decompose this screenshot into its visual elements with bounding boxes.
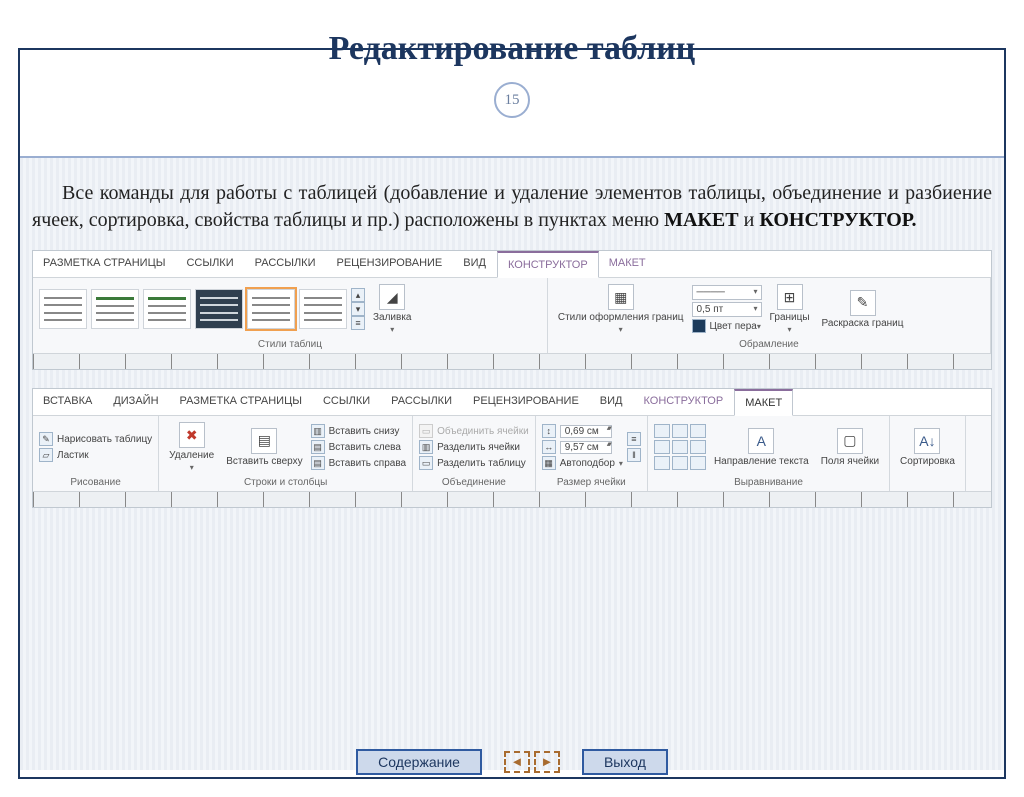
- tab-references-2[interactable]: ССЫЛКИ: [313, 389, 381, 415]
- split-table-button[interactable]: ▭Разделить таблицу: [419, 456, 529, 470]
- delete-x-icon: ✖: [179, 422, 205, 448]
- sort-az-icon: A↓: [914, 428, 940, 454]
- tab-constructor-2[interactable]: КОНСТРУКТОР: [634, 389, 735, 415]
- group-rows-cols: Строки и столбцы: [165, 476, 406, 489]
- split-table-icon: ▭: [419, 456, 433, 470]
- group-table-styles: Стили таблиц: [39, 338, 541, 351]
- fill-button[interactable]: ◢ Заливка: [369, 282, 416, 336]
- tab-references[interactable]: ССЫЛКИ: [176, 251, 244, 277]
- insert-left-button[interactable]: ▤Вставить слева: [311, 440, 406, 454]
- insert-below-button[interactable]: ▥Вставить снизу: [311, 424, 406, 438]
- table-style-3[interactable]: [143, 289, 191, 329]
- merge-cells-button[interactable]: ▭Объединить ячейки: [419, 424, 529, 438]
- tab-view[interactable]: ВИД: [453, 251, 497, 277]
- row-height-spin[interactable]: 0,69 см: [560, 425, 612, 438]
- tab-page-layout[interactable]: РАЗМЕТКА СТРАНИЦЫ: [33, 251, 176, 277]
- line-style-combo[interactable]: ────: [692, 285, 762, 300]
- table-style-1[interactable]: [39, 289, 87, 329]
- group-borders: Обрамление: [554, 338, 984, 351]
- cell-margins-button[interactable]: ▢ Поля ячейки: [817, 426, 883, 469]
- pen-color-button[interactable]: Цвет пера: [710, 321, 761, 332]
- tab-view-2[interactable]: ВИД: [590, 389, 634, 415]
- table-style-6[interactable]: [299, 289, 347, 329]
- autofit-button[interactable]: ▦Автоподбор: [542, 456, 623, 470]
- tab-constructor[interactable]: КОНСТРУКТОР: [497, 251, 599, 278]
- distribute-cols-icon[interactable]: ‖: [627, 448, 641, 462]
- tab-page-layout-2[interactable]: РАЗМЕТКА СТРАНИЦЫ: [170, 389, 313, 415]
- ruler: [33, 353, 991, 369]
- group-alignment: Выравнивание: [654, 476, 883, 489]
- table-style-selected[interactable]: [247, 289, 295, 329]
- body-text: Все команды для работы с таблицей (добав…: [32, 180, 992, 234]
- autofit-icon: ▦: [542, 456, 556, 470]
- table-style-4[interactable]: [195, 289, 243, 329]
- page-number: 15: [494, 82, 530, 118]
- col-left-icon: ▤: [311, 440, 325, 454]
- tab-mailings-2[interactable]: РАССЫЛКИ: [381, 389, 463, 415]
- border-styles-button[interactable]: ▦ Стили оформления границ: [554, 282, 688, 336]
- eraser-button[interactable]: ▱Ластик: [39, 448, 152, 462]
- pencil-icon: ✎: [39, 432, 53, 446]
- tab-layout-2[interactable]: МАКЕТ: [734, 389, 793, 416]
- borders-button[interactable]: ⊞ Границы: [766, 282, 814, 336]
- text-direction-button[interactable]: A Направление текста: [710, 426, 813, 469]
- styles-scroll[interactable]: ▴▾≡: [351, 288, 365, 330]
- next-arrow[interactable]: ►: [534, 751, 560, 773]
- group-cell-size: Размер ячейки: [542, 476, 641, 489]
- table-style-2[interactable]: [91, 289, 139, 329]
- tab-review[interactable]: РЕЦЕНЗИРОВАНИЕ: [326, 251, 453, 277]
- eraser-icon: ▱: [39, 448, 53, 462]
- tab-design[interactable]: ДИЗАЙН: [103, 389, 169, 415]
- paintbrush-icon: ✎: [850, 290, 876, 316]
- split-icon: ▥: [419, 440, 433, 454]
- height-icon: ↕: [542, 424, 556, 438]
- ribbon-constructor: РАЗМЕТКА СТРАНИЦЫ ССЫЛКИ РАССЫЛКИ РЕЦЕНЗ…: [32, 250, 992, 370]
- delete-button[interactable]: ✖ Удаление: [165, 420, 218, 474]
- group-drawing: Рисование: [39, 476, 152, 489]
- tab-review-2[interactable]: РЕЦЕНЗИРОВАНИЕ: [463, 389, 590, 415]
- paint-bucket-icon: ◢: [379, 284, 405, 310]
- exit-button[interactable]: Выход: [582, 749, 668, 775]
- ruler-2: [33, 491, 991, 507]
- insert-right-button[interactable]: ▤Вставить справа: [311, 456, 406, 470]
- split-cells-button[interactable]: ▥Разделить ячейки: [419, 440, 529, 454]
- col-width-spin[interactable]: 9,57 см: [560, 441, 612, 454]
- border-painter-button[interactable]: ✎ Раскраска границ: [818, 288, 908, 331]
- sort-button[interactable]: A↓ Сортировка: [896, 426, 959, 469]
- margins-icon: ▢: [837, 428, 863, 454]
- contents-button[interactable]: Содержание: [356, 749, 482, 775]
- tab-mailings[interactable]: РАССЫЛКИ: [245, 251, 327, 277]
- tab-layout[interactable]: МАКЕТ: [599, 251, 657, 277]
- insert-row-above-icon: ▤: [251, 428, 277, 454]
- ribbon-layout: ВСТАВКА ДИЗАЙН РАЗМЕТКА СТРАНИЦЫ ССЫЛКИ …: [32, 388, 992, 508]
- pen-color-icon: [692, 319, 706, 333]
- tab-insert[interactable]: ВСТАВКА: [33, 389, 103, 415]
- line-weight-combo[interactable]: 0,5 пт: [692, 302, 762, 317]
- row-below-icon: ▥: [311, 424, 325, 438]
- distribute-rows-icon[interactable]: ≡: [627, 432, 641, 446]
- text-direction-icon: A: [748, 428, 774, 454]
- alignment-grid[interactable]: [654, 424, 706, 470]
- borders-icon: ⊞: [777, 284, 803, 310]
- width-icon: ↔: [542, 440, 556, 454]
- col-right-icon: ▤: [311, 456, 325, 470]
- insert-above-button[interactable]: ▤ Вставить сверху: [222, 426, 306, 469]
- group-merge: Объединение: [419, 476, 529, 489]
- merge-icon: ▭: [419, 424, 433, 438]
- prev-arrow[interactable]: ◄: [504, 751, 530, 773]
- draw-table-button[interactable]: ✎Нарисовать таблицу: [39, 432, 152, 446]
- border-grid-icon: ▦: [608, 284, 634, 310]
